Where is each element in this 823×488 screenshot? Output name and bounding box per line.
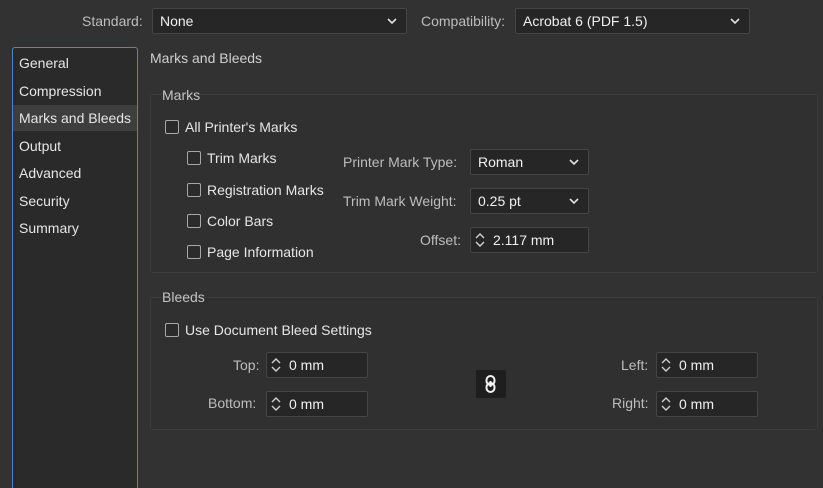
all-printers-marks-checkbox[interactable] <box>165 120 179 134</box>
right-bleed-stepper[interactable]: 0 mm <box>656 391 758 417</box>
standard-dropdown[interactable]: None <box>152 8 407 34</box>
use-document-bleed-checkbox[interactable] <box>165 323 179 337</box>
sidebar-item-marks-and-bleeds[interactable]: Marks and Bleeds <box>13 105 137 131</box>
trim-marks-label: Trim Marks <box>207 150 277 166</box>
chevron-down-icon <box>387 18 397 25</box>
bleeds-section-title: Bleeds <box>162 289 205 305</box>
standard-value: None <box>160 13 194 29</box>
printer-mark-type-label: Printer Mark Type: <box>343 154 458 170</box>
category-sidebar: General Compression Marks and Bleeds Out… <box>12 47 138 488</box>
left-bleed-value[interactable]: 0 mm <box>679 353 714 377</box>
top-bleed-stepper[interactable]: 0 mm <box>266 352 368 378</box>
registration-marks-checkbox[interactable] <box>187 183 201 197</box>
spinner-arrows-icon[interactable] <box>661 396 671 412</box>
use-document-bleed-label: Use Document Bleed Settings <box>185 322 372 338</box>
spinner-arrows-icon[interactable] <box>475 232 485 248</box>
offset-value[interactable]: 2.117 mm <box>493 228 554 252</box>
sidebar-item-output[interactable]: Output <box>13 133 137 159</box>
page-title: Marks and Bleeds <box>150 50 263 66</box>
top-bleed-value[interactable]: 0 mm <box>289 353 324 377</box>
left-bleed-label: Left: <box>621 357 649 373</box>
spinner-arrows-icon[interactable] <box>271 357 281 373</box>
compatibility-dropdown[interactable]: Acrobat 6 (PDF 1.5) <box>515 8 750 34</box>
color-bars-checkbox[interactable] <box>187 214 201 228</box>
trim-mark-weight-dropdown[interactable]: 0.25 pt <box>470 188 589 214</box>
sidebar-item-security[interactable]: Security <box>13 188 137 214</box>
sidebar-item-general[interactable]: General <box>13 50 137 76</box>
trim-mark-weight-label: Trim Mark Weight: <box>343 193 457 209</box>
page-information-label: Page Information <box>207 244 314 260</box>
registration-marks-label: Registration Marks <box>207 182 324 198</box>
top-bleed-label: Top: <box>233 357 260 373</box>
sidebar-item-summary[interactable]: Summary <box>13 215 137 241</box>
right-bleed-value[interactable]: 0 mm <box>679 392 714 416</box>
spinner-arrows-icon[interactable] <box>271 396 281 412</box>
all-printers-marks-label: All Printer's Marks <box>185 119 298 135</box>
trim-mark-weight-value: 0.25 pt <box>478 193 521 209</box>
compatibility-label: Compatibility: <box>421 13 506 29</box>
trim-marks-checkbox[interactable] <box>187 151 201 165</box>
chevron-down-icon <box>569 198 579 205</box>
chain-link-icon <box>485 375 496 393</box>
marks-section-title: Marks <box>162 87 201 103</box>
offset-label: Offset: <box>420 232 461 248</box>
chevron-down-icon <box>730 18 740 25</box>
sidebar-item-advanced[interactable]: Advanced <box>13 160 137 186</box>
bottom-bleed-stepper[interactable]: 0 mm <box>266 391 368 417</box>
compatibility-value: Acrobat 6 (PDF 1.5) <box>523 13 648 29</box>
standard-label: Standard: <box>82 13 143 29</box>
printer-mark-type-value: Roman <box>478 154 524 170</box>
color-bars-label: Color Bars <box>207 213 274 229</box>
bottom-bleed-value[interactable]: 0 mm <box>289 392 324 416</box>
bottom-bleed-label: Bottom: <box>208 395 257 411</box>
printer-mark-type-dropdown[interactable]: Roman <box>470 149 589 175</box>
page-information-checkbox[interactable] <box>187 245 201 259</box>
sidebar-item-compression[interactable]: Compression <box>13 78 137 104</box>
spinner-arrows-icon[interactable] <box>661 357 671 373</box>
offset-stepper[interactable]: 2.117 mm <box>470 227 589 253</box>
right-bleed-label: Right: <box>612 395 649 411</box>
chevron-down-icon <box>569 159 579 166</box>
link-bleed-values-button[interactable] <box>476 370 506 398</box>
left-bleed-stepper[interactable]: 0 mm <box>656 352 758 378</box>
